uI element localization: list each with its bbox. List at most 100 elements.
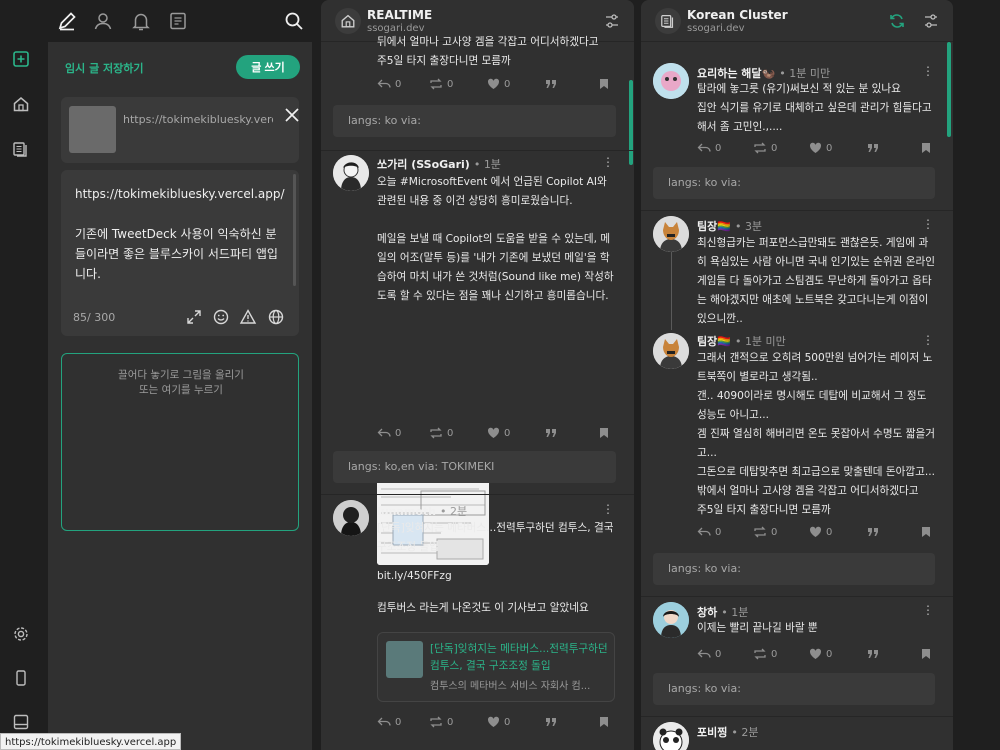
pen-icon[interactable]: [56, 10, 78, 32]
repost-icon[interactable]: 0: [429, 76, 453, 92]
post-link[interactable]: bit.ly/450FFzg: [377, 567, 452, 586]
link-card-thumbnail: [69, 106, 116, 153]
heart-icon[interactable]: 0: [487, 76, 510, 92]
post-text: [단독]잊혀지는 메타버스...전력투구하던 컴투스, 결국 구조조정 돌입: [377, 522, 617, 553]
list-icon[interactable]: [167, 10, 189, 32]
compose-text[interactable]: https://tokimekibluesky.vercel.app/ 기존에 …: [75, 184, 287, 284]
scrollbar-thumb[interactable]: [629, 80, 633, 165]
user-icon[interactable]: [92, 10, 114, 32]
globe-icon[interactable]: [267, 308, 285, 326]
repost-icon[interactable]: 0: [753, 646, 777, 662]
author-name[interactable]: 팀장🏳️‍🌈 • 3분: [697, 218, 762, 234]
refresh-icon[interactable]: [888, 12, 906, 30]
bookmark-icon[interactable]: [921, 524, 931, 540]
compose-tabs: [48, 0, 312, 42]
langs-bar: langs: ko via:: [653, 673, 935, 705]
search-icon[interactable]: [283, 10, 305, 32]
bookmark-icon[interactable]: [599, 425, 609, 441]
save-draft-link[interactable]: 임시 글 저장하기: [65, 60, 144, 76]
bookmark-icon[interactable]: [921, 646, 931, 662]
post-text: 탐라에 놓그릇 (유기)써보신 적 있는 분 있나요 집안 식기를 유기로 대체…: [697, 83, 932, 133]
phone-icon[interactable]: [10, 667, 32, 689]
author-name[interactable]: 쏘가리 (SSoGari) • 1분: [377, 156, 501, 172]
link-card: https://tokimekibluesky.vercel.app: [61, 97, 299, 163]
author-name[interactable]: 창하 • 1분: [697, 604, 748, 620]
post-actions: 0 0 0: [377, 425, 613, 441]
author-name[interactable]: 요리하는 해달🦦 • 1분 미만: [697, 65, 830, 81]
quote-icon[interactable]: [867, 524, 879, 540]
post-text: 이제는 빨리 끝나길 바랄 뿐: [697, 622, 818, 634]
author-name[interactable]: lunamoth • 2분: [377, 503, 467, 519]
plus-square-icon[interactable]: [10, 48, 32, 70]
image-drop-zone[interactable]: 끌어다 놓기로 그림을 올리기 또는 여기를 누르기: [61, 353, 299, 531]
avatar[interactable]: [333, 155, 369, 191]
reply-icon[interactable]: 0: [697, 140, 721, 156]
compose-textarea[interactable]: https://tokimekibluesky.vercel.app/ 기존에 …: [61, 170, 299, 336]
heart-icon[interactable]: 0: [487, 425, 510, 441]
warning-icon[interactable]: [239, 308, 257, 326]
post-button[interactable]: 글 쓰기: [236, 55, 300, 79]
avatar[interactable]: [653, 63, 689, 99]
quote-icon[interactable]: [867, 140, 879, 156]
more-icon[interactable]: ⋮: [602, 155, 614, 169]
avatar[interactable]: [333, 500, 369, 536]
link-embed[interactable]: [단독]잊혀지는 메타버스...전력투구하던 컴투스, 결국 구조조정 돌입 컴…: [377, 632, 615, 702]
more-icon[interactable]: ⋮: [922, 603, 934, 617]
expand-icon[interactable]: [185, 308, 203, 326]
heart-icon[interactable]: 0: [809, 524, 832, 540]
post-text: 최신형급카는 퍼포먼스급만돼도 괜찮은듯. 게임에 과히 욕심있는 사람 아니면…: [697, 237, 939, 325]
emoji-icon[interactable]: [212, 308, 230, 326]
gear-icon[interactable]: [10, 623, 32, 645]
bookmark-icon[interactable]: [599, 714, 609, 730]
heart-icon[interactable]: 0: [809, 646, 832, 662]
post-text: 뒤에서 얼마나 고사양 겜을 각잡고 어디서하겠다고 주5일 타지 출장다니면 …: [377, 36, 599, 67]
home-icon[interactable]: [10, 93, 32, 115]
bell-icon[interactable]: [130, 10, 152, 32]
avatar[interactable]: [653, 602, 689, 638]
columns-icon[interactable]: [10, 138, 32, 160]
reply-icon[interactable]: 0: [377, 425, 401, 441]
bookmark-icon[interactable]: [921, 140, 931, 156]
column-title: REALTIME: [367, 8, 433, 22]
home-icon: [335, 8, 361, 34]
heart-icon[interactable]: 0: [809, 140, 832, 156]
quote-icon[interactable]: [867, 646, 879, 662]
post-actions: 0 0 0: [377, 714, 613, 730]
repost-icon[interactable]: 0: [429, 714, 453, 730]
panel-icon[interactable]: [10, 711, 32, 733]
reply-icon[interactable]: 0: [697, 524, 721, 540]
repost-icon[interactable]: 0: [753, 140, 777, 156]
post-time: • 1분: [473, 158, 501, 171]
heart-icon[interactable]: 0: [487, 714, 510, 730]
post-actions: 0 0 0: [697, 140, 933, 156]
sliders-icon[interactable]: [603, 12, 621, 30]
bookmark-icon[interactable]: [599, 76, 609, 92]
quote-icon[interactable]: [545, 714, 557, 730]
more-icon[interactable]: ⋮: [602, 502, 614, 516]
repost-icon[interactable]: 0: [429, 425, 453, 441]
more-icon[interactable]: ⋮: [922, 333, 934, 347]
author-name[interactable]: 포비찡 • 2분: [697, 724, 759, 740]
quote-icon[interactable]: [545, 76, 557, 92]
embed-description: 컴투스의 메타버스 서비스 자회사 컴...: [430, 681, 591, 692]
post-time: • 2분: [439, 505, 468, 518]
avatar[interactable]: [653, 722, 689, 750]
avatar[interactable]: [653, 216, 689, 252]
repost-icon[interactable]: 0: [753, 524, 777, 540]
author-name[interactable]: 팀장🏳️‍🌈 • 1분 미만: [697, 333, 786, 349]
reply-icon[interactable]: 0: [377, 714, 401, 730]
close-icon[interactable]: [283, 106, 301, 124]
scrollbar-thumb[interactable]: [947, 42, 951, 137]
sliders-icon[interactable]: [922, 12, 940, 30]
post-text: 오늘 #MicrosoftEvent 에서 언급된 Copilot AI와 관련…: [377, 176, 614, 302]
embed-title: [단독]잊혀지는 메타버스...전력투구하던 컴투스, 결국 구조조정 돌입: [430, 643, 608, 672]
avatar[interactable]: [653, 333, 689, 369]
status-bar-url: https://tokimekibluesky.vercel.app: [0, 733, 182, 750]
textarea-scrollbar[interactable]: [293, 174, 296, 286]
more-icon[interactable]: ⋮: [922, 217, 934, 231]
more-icon[interactable]: ⋮: [922, 64, 934, 78]
reply-icon[interactable]: 0: [377, 76, 401, 92]
quote-icon[interactable]: [545, 425, 557, 441]
langs-bar: langs: ko via:: [653, 553, 935, 585]
reply-icon[interactable]: 0: [697, 646, 721, 662]
